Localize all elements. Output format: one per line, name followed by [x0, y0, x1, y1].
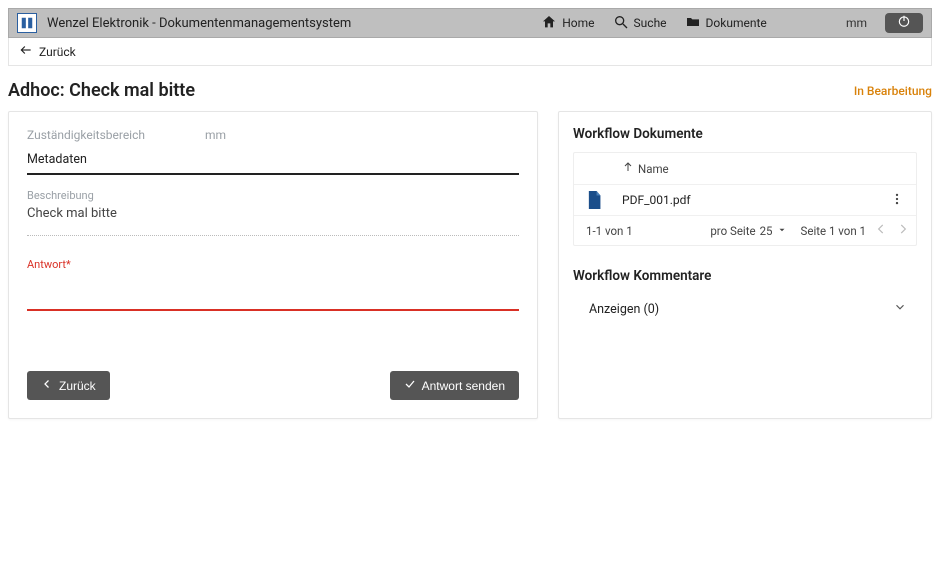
logout-button[interactable]: [885, 13, 923, 33]
check-icon: [404, 378, 416, 393]
back-button[interactable]: Zurück: [27, 371, 110, 400]
table-footer: 1-1 von 1 pro Seite 25 Seite 1 von 1: [574, 215, 916, 245]
documents-table: Name PDF_001.pdf 1-1 von 1 pro Seite 25: [573, 152, 917, 246]
folder-icon: [685, 14, 701, 33]
range-label: 1-1 von 1: [586, 224, 710, 238]
caret-down-icon: [777, 224, 787, 238]
user-label: mm: [846, 16, 867, 30]
send-answer-button[interactable]: Antwort senden: [390, 371, 519, 400]
row-more-button[interactable]: [886, 192, 908, 209]
metadata-card: Zuständigkeitsbereich mm Metadaten Besch…: [8, 111, 538, 419]
page-title: Adhoc: Check mal bitte: [8, 80, 195, 101]
comments-toggle-label: Anzeigen (0): [589, 302, 659, 317]
per-page-label: pro Seite: [710, 224, 755, 238]
nav-documents-label: Dokumente: [706, 16, 767, 30]
nav-search-label: Suche: [634, 16, 667, 30]
nav-search[interactable]: Suche: [613, 14, 667, 33]
sort-asc-icon: [622, 161, 638, 176]
prev-page-button[interactable]: [874, 222, 888, 239]
file-icon: [586, 191, 602, 209]
page-header: Adhoc: Check mal bitte In Bearbeitung: [8, 66, 932, 111]
workflow-card: Workflow Dokumente Name PDF_001.pdf: [558, 111, 932, 419]
table-row[interactable]: PDF_001.pdf: [574, 184, 916, 215]
chevron-right-icon: [896, 225, 910, 239]
nav-home[interactable]: Home: [541, 14, 594, 33]
more-vertical-icon: [890, 195, 904, 209]
home-icon: [541, 14, 557, 33]
chevron-down-icon: [893, 300, 907, 318]
workflow-documents-title: Workflow Dokumente: [573, 126, 917, 142]
app-logo: [17, 13, 37, 33]
comments-toggle[interactable]: Anzeigen (0): [573, 292, 917, 318]
per-page-select[interactable]: pro Seite 25: [710, 224, 786, 238]
divider: [27, 235, 519, 236]
chevron-left-icon: [41, 378, 53, 393]
file-name: PDF_001.pdf: [622, 193, 886, 207]
table-header[interactable]: Name: [574, 153, 916, 184]
answer-input[interactable]: [27, 309, 519, 311]
send-answer-label: Antwort senden: [422, 379, 505, 393]
responsibility-label: Zuständigkeitsbereich: [27, 128, 145, 142]
next-page-button[interactable]: [896, 222, 910, 239]
top-bar: Wenzel Elektronik - Dokumentenmanagement…: [8, 8, 932, 38]
column-name-label: Name: [638, 162, 669, 176]
back-link[interactable]: Zurück: [8, 38, 932, 66]
back-button-label: Zurück: [59, 379, 96, 393]
tab-metadata[interactable]: Metadaten: [27, 152, 519, 173]
description-value: Check mal bitte: [27, 206, 519, 221]
nav-documents[interactable]: Dokumente: [685, 14, 767, 33]
nav-home-label: Home: [562, 16, 594, 30]
back-link-label: Zurück: [39, 45, 76, 59]
status-badge: In Bearbeitung: [854, 84, 932, 98]
arrow-left-icon: [19, 43, 33, 60]
power-icon: [897, 14, 911, 32]
answer-label: Antwort*: [27, 258, 519, 271]
search-icon: [613, 14, 629, 33]
tab-underline: [27, 173, 519, 175]
responsibility-value: mm: [205, 128, 226, 142]
app-title: Wenzel Elektronik - Dokumentenmanagement…: [47, 16, 351, 31]
page-info: Seite 1 von 1: [801, 224, 866, 238]
workflow-comments-title: Workflow Kommentare: [573, 268, 917, 284]
per-page-value: 25: [760, 224, 773, 238]
chevron-left-icon: [874, 225, 888, 239]
description-label: Beschreibung: [27, 189, 519, 202]
